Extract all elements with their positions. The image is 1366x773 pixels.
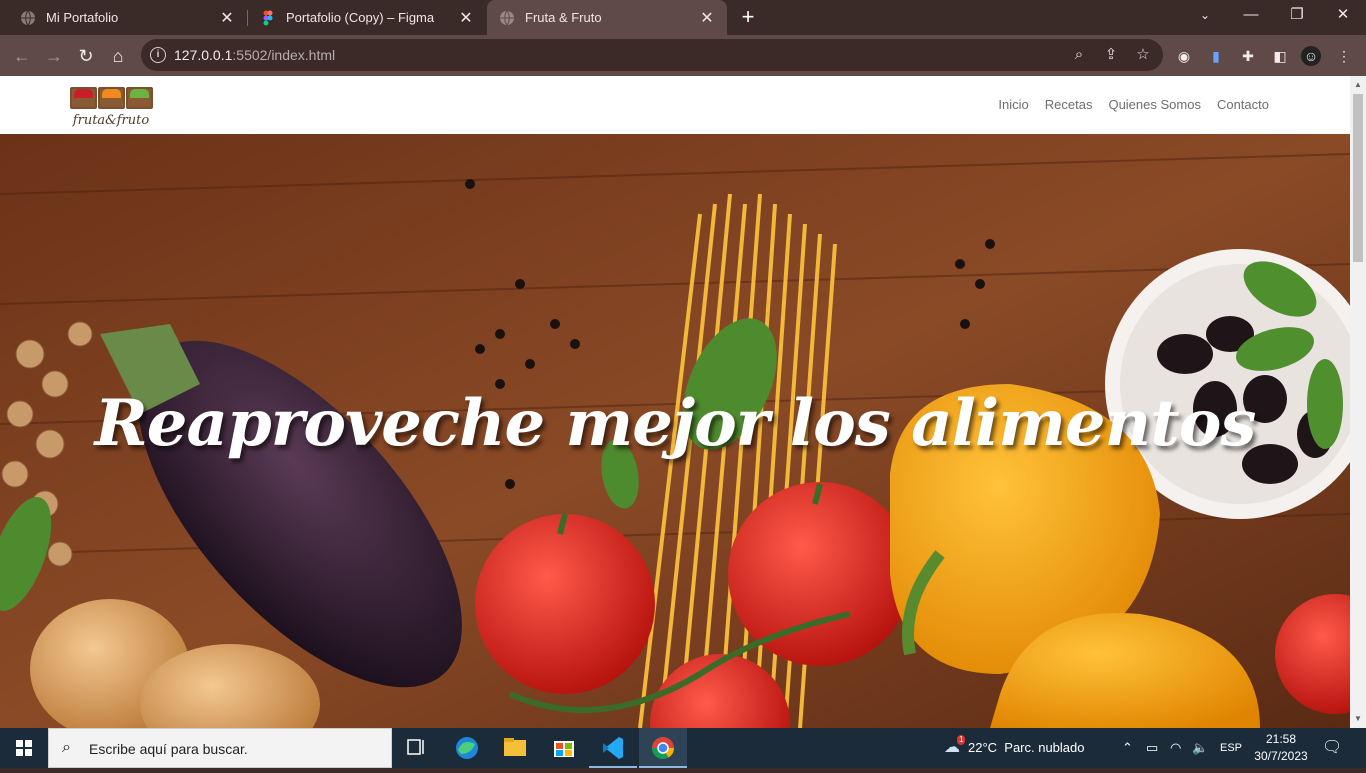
figma-icon xyxy=(263,10,273,25)
folder-icon xyxy=(504,738,526,756)
nav-link-quienes-somos[interactable]: Quienes Somos xyxy=(1108,97,1201,112)
reload-button[interactable]: ↻ xyxy=(73,43,99,69)
notifications-icon[interactable]: 🗨 xyxy=(1322,728,1346,768)
nav-link-inicio[interactable]: Inicio xyxy=(998,97,1028,112)
chrome-app[interactable] xyxy=(639,728,687,768)
vscode-icon xyxy=(603,737,623,759)
hero-banner: Reaproveche mejor los alimentos xyxy=(0,134,1350,728)
page-scrollbar[interactable]: ▲ ▼ xyxy=(1350,76,1366,728)
puzzle-icon[interactable]: ✚ xyxy=(1238,46,1258,66)
close-tab-icon[interactable]: ✕ xyxy=(699,8,715,28)
show-hidden-icons-chevron[interactable]: ⌃ xyxy=(1122,728,1136,768)
store-app[interactable] xyxy=(540,728,588,768)
zoom-icon[interactable]: ⌕ xyxy=(1070,46,1088,64)
crate-icon xyxy=(98,87,125,109)
bookmark-star-icon[interactable]: ☆ xyxy=(1134,46,1152,64)
minimize-button[interactable]: — xyxy=(1228,0,1274,30)
scroll-up-icon[interactable]: ▲ xyxy=(1353,80,1363,90)
side-panel-icon[interactable]: ◧ xyxy=(1270,46,1290,66)
extension-icon[interactable]: ▮ xyxy=(1206,46,1226,66)
restore-button[interactable]: ❐ xyxy=(1274,0,1320,30)
windows-taskbar: ⌕ Escribe aquí para buscar. ☁ 1 22°C Parc.… xyxy=(0,728,1366,768)
site-nav: Inicio Recetas Quienes Somos Contacto xyxy=(998,97,1269,112)
task-view-icon xyxy=(407,739,424,755)
home-button[interactable]: ⌂ xyxy=(105,43,131,69)
clock-time: 21:58 xyxy=(1265,732,1297,746)
scrollbar-thumb[interactable] xyxy=(1353,94,1363,262)
site-header: fruta&fruto Inicio Recetas Quienes Somos… xyxy=(0,76,1350,134)
close-tab-icon[interactable]: ✕ xyxy=(458,8,474,28)
share-icon[interactable]: ⇪ xyxy=(1102,46,1120,64)
close-window-button[interactable]: ✕ xyxy=(1320,0,1366,30)
weather-widget[interactable]: ☁ 1 22°C Parc. nublado xyxy=(944,728,1104,768)
globe-icon xyxy=(21,10,35,25)
menu-kebab-icon[interactable]: ⋮ xyxy=(1334,46,1354,66)
tab-figma[interactable]: Portafolio (Copy) – Figma ✕ xyxy=(248,0,486,35)
tab-title: Portafolio (Copy) – Figma xyxy=(286,10,435,25)
crate-icon xyxy=(70,87,97,109)
site-info-icon[interactable]: i xyxy=(150,47,166,63)
search-icon: ⌕ xyxy=(62,739,71,756)
scroll-down-icon[interactable]: ▼ xyxy=(1353,714,1363,724)
clock-date: 30/7/2023 xyxy=(1254,749,1308,763)
tab-search-chevron-icon[interactable]: ⌄ xyxy=(1182,0,1228,30)
vscode-app[interactable] xyxy=(589,728,637,768)
chrome-icon xyxy=(652,737,674,759)
file-explorer-app[interactable] xyxy=(491,728,539,768)
weather-text: 22°C Parc. nublado xyxy=(968,740,1085,755)
taskbar-search-box[interactable]: ⌕ Escribe aquí para buscar. xyxy=(48,728,392,768)
url-text[interactable]: 127.0.0.1:5502/index.html xyxy=(174,47,335,63)
browser-toolbar: ← → ↻ ⌂ i 127.0.0.1:5502/index.html ⌕ ⇪ … xyxy=(0,35,1366,76)
edge-icon xyxy=(456,737,478,759)
page-viewport: fruta&fruto Inicio Recetas Quienes Somos… xyxy=(0,76,1350,728)
forward-button[interactable]: → xyxy=(41,43,67,69)
start-button[interactable] xyxy=(0,728,48,768)
site-logo[interactable]: fruta&fruto xyxy=(64,79,158,134)
new-tab-button[interactable]: + xyxy=(736,4,760,30)
tab-fruta-fruto[interactable]: Fruta & Fruto ✕ xyxy=(487,0,727,35)
tab-strip: Mi Portafolio ✕ Portafolio (Copy) – Figm… xyxy=(0,0,1366,35)
extension-icon[interactable]: ◉ xyxy=(1174,46,1194,66)
logo-text: fruta&fruto xyxy=(72,113,150,128)
search-placeholder: Escribe aquí para buscar. xyxy=(89,741,248,757)
nav-link-recetas[interactable]: Recetas xyxy=(1045,97,1093,112)
battery-icon[interactable]: ▭ xyxy=(1146,728,1162,768)
wifi-icon[interactable]: ◠ xyxy=(1170,728,1186,768)
edge-app[interactable] xyxy=(443,728,491,768)
hero-title: Reaproveche mejor los alimentos xyxy=(94,386,1257,461)
globe-icon xyxy=(500,10,514,25)
tab-title: Fruta & Fruto xyxy=(525,10,602,25)
tab-mi-portafolio[interactable]: Mi Portafolio ✕ xyxy=(0,0,247,35)
windows-logo-icon xyxy=(16,740,32,756)
nav-link-contacto[interactable]: Contacto xyxy=(1217,97,1269,112)
task-view-button[interactable] xyxy=(392,728,440,768)
weather-icon: ☁ xyxy=(944,739,960,756)
tab-title: Mi Portafolio xyxy=(46,10,119,25)
language-indicator[interactable]: ESP xyxy=(1220,728,1246,768)
profile-avatar[interactable]: ☺ xyxy=(1301,46,1321,66)
address-bar[interactable]: i 127.0.0.1:5502/index.html ⌕ ⇪ ☆ xyxy=(141,39,1163,71)
crate-icon xyxy=(126,87,153,109)
volume-icon[interactable]: 🔈 xyxy=(1192,728,1210,768)
back-button[interactable]: ← xyxy=(9,43,35,69)
close-tab-icon[interactable]: ✕ xyxy=(219,8,235,28)
clock[interactable]: 21:58 30/7/2023 xyxy=(1253,731,1309,765)
store-icon xyxy=(554,741,574,757)
